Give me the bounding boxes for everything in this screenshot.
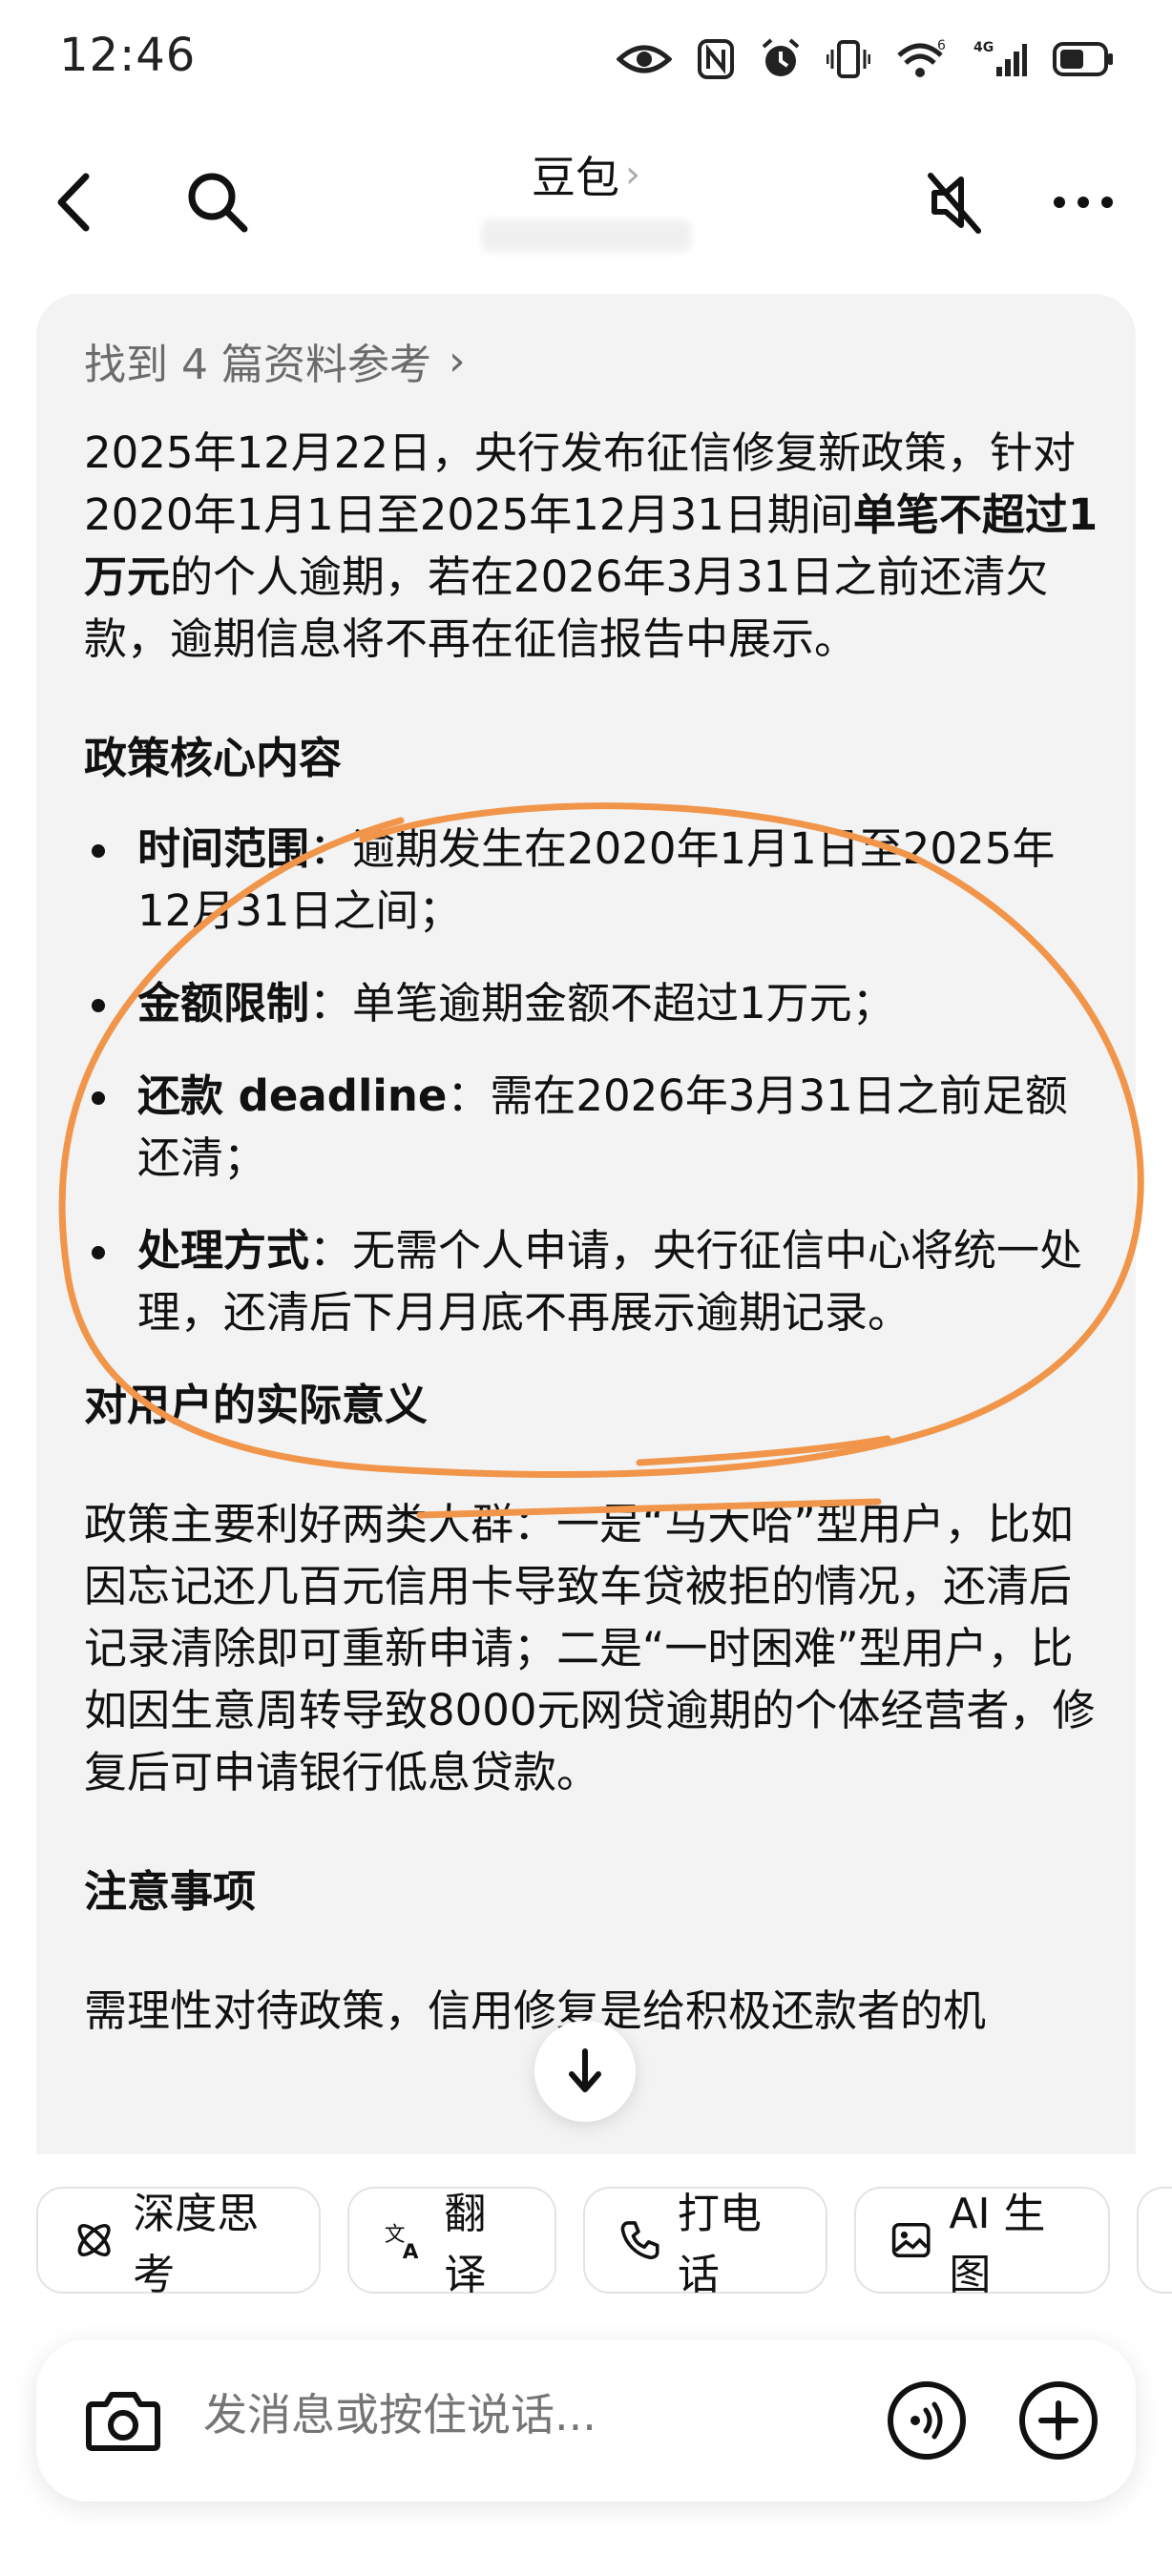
quick-actions: 深度思考 文A 翻译 打电话 AI 生图 [36, 2187, 1172, 2299]
chip-ai-image[interactable]: AI 生图 [854, 2187, 1111, 2299]
meaning-paragraph: 政策主要利好两类人群：一是“马大哈”型用户，比如因忘记还几百元信用卡导致车贷被拒… [84, 1499, 1096, 1797]
chip-label: AI 生图 [949, 2190, 1046, 2299]
more-icon [1054, 197, 1113, 208]
assistant-message: 找到 4 篇资料参考 › 2025年12月22日，央行发布征信修复新政策，针对2… [36, 294, 1136, 2154]
image-gen-icon [891, 2222, 931, 2258]
content-fade [36, 2135, 1136, 2154]
chip-label: 翻译 [444, 2190, 487, 2299]
bullet-item: 时间范围：逾期发生在2020年1月1日至2025年12月31日之间； [84, 818, 1105, 942]
camera-button[interactable] [80, 2378, 166, 2463]
chat-title[interactable]: 豆包 › [532, 143, 640, 206]
chip-more-partial[interactable] [1137, 2187, 1172, 2294]
vibrate-icon [827, 40, 870, 78]
section-title-notes: 注意事项 [84, 1866, 257, 1917]
intro-paragraph: 2025年12月22日，央行发布征信修复新政策，针对2020年1月1日至2025… [84, 422, 1105, 670]
message-input[interactable] [203, 2389, 814, 2441]
references-text: 找到 4 篇资料参考 [84, 341, 431, 389]
bullet-label: 处理方式 [137, 1225, 310, 1276]
status-bar: 12:46 6 4G [0, 0, 1172, 114]
signal-4g-icon: 4G [973, 40, 1027, 76]
svg-text:6: 6 [937, 38, 946, 53]
references-chevron-icon: › [448, 336, 466, 385]
references-link[interactable]: 找到 4 篇资料参考 › [84, 330, 466, 391]
bullet-item: 金额限制：单笔逾期金额不超过1万元； [84, 972, 1105, 1034]
intro-text-post: 的个人逾期，若在2026年3月31日之前还清欠款，逾期信息将不再在征信报告中展示… [84, 551, 1049, 664]
chip-translate[interactable]: 文A 翻译 [347, 2187, 556, 2299]
voice-icon [888, 2381, 966, 2460]
status-time: 12:46 [59, 29, 197, 82]
chip-phone-call[interactable]: 打电话 [582, 2187, 827, 2299]
eye-icon [617, 45, 672, 73]
voice-call-button[interactable] [886, 2379, 968, 2462]
plus-icon [1019, 2381, 1098, 2460]
wifi-6-icon: 6 [897, 38, 946, 77]
bullet-label: 时间范围 [137, 823, 310, 874]
message-input-bar [36, 2339, 1136, 2502]
chip-label: 打电话 [677, 2190, 762, 2299]
add-attachment-button[interactable] [1017, 2379, 1099, 2462]
mute-icon [928, 173, 981, 234]
svg-text:4G: 4G [973, 40, 994, 55]
status-icons: 6 4G [617, 32, 1115, 86]
bullet-item: 还款 deadline：需在2026年3月31日之前足额还清； [84, 1065, 1105, 1189]
bullet-text: ：单笔逾期金额不超过1万元； [309, 978, 895, 1028]
bullet-label: 金额限制 [137, 978, 310, 1028]
nfc-icon [698, 39, 734, 79]
section-title-meaning: 对用户的实际意义 [84, 1380, 429, 1430]
bullet-label: 还款 deadline [137, 1070, 448, 1121]
more-button[interactable] [1036, 155, 1131, 250]
blurred-subtitle [481, 219, 691, 252]
camera-icon [86, 2392, 160, 2451]
chat-header: 豆包 › [0, 134, 1172, 277]
bullet-item: 处理方式：无需个人申请，央行征信中心将统一处理，还清后下月月底不再展示逾期记录。 [84, 1219, 1105, 1343]
chip-deep-think[interactable]: 深度思考 [36, 2187, 322, 2299]
section-title-core: 政策核心内容 [84, 733, 343, 783]
phone-icon [620, 2221, 659, 2260]
chip-label: 深度思考 [133, 2190, 260, 2299]
title-chevron-icon: › [625, 153, 640, 197]
arrow-down-icon [569, 2048, 601, 2092]
scroll-to-bottom-button[interactable] [534, 2021, 636, 2122]
translate-icon: 文A [385, 2223, 419, 2264]
message-content: 2025年12月22日，央行发布征信修复新政策，针对2020年1月1日至2025… [84, 422, 1105, 2042]
svg-text:A: A [403, 2240, 419, 2264]
alarm-icon [762, 38, 800, 76]
deep-think-icon [77, 2223, 111, 2257]
chat-title-text: 豆包 [532, 152, 619, 203]
policy-bullet-list: 时间范围：逾期发生在2020年1月1日至2025年12月31日之间； 金额限制：… [84, 818, 1105, 1343]
mute-button[interactable] [907, 155, 1002, 250]
battery-icon [1053, 42, 1113, 76]
